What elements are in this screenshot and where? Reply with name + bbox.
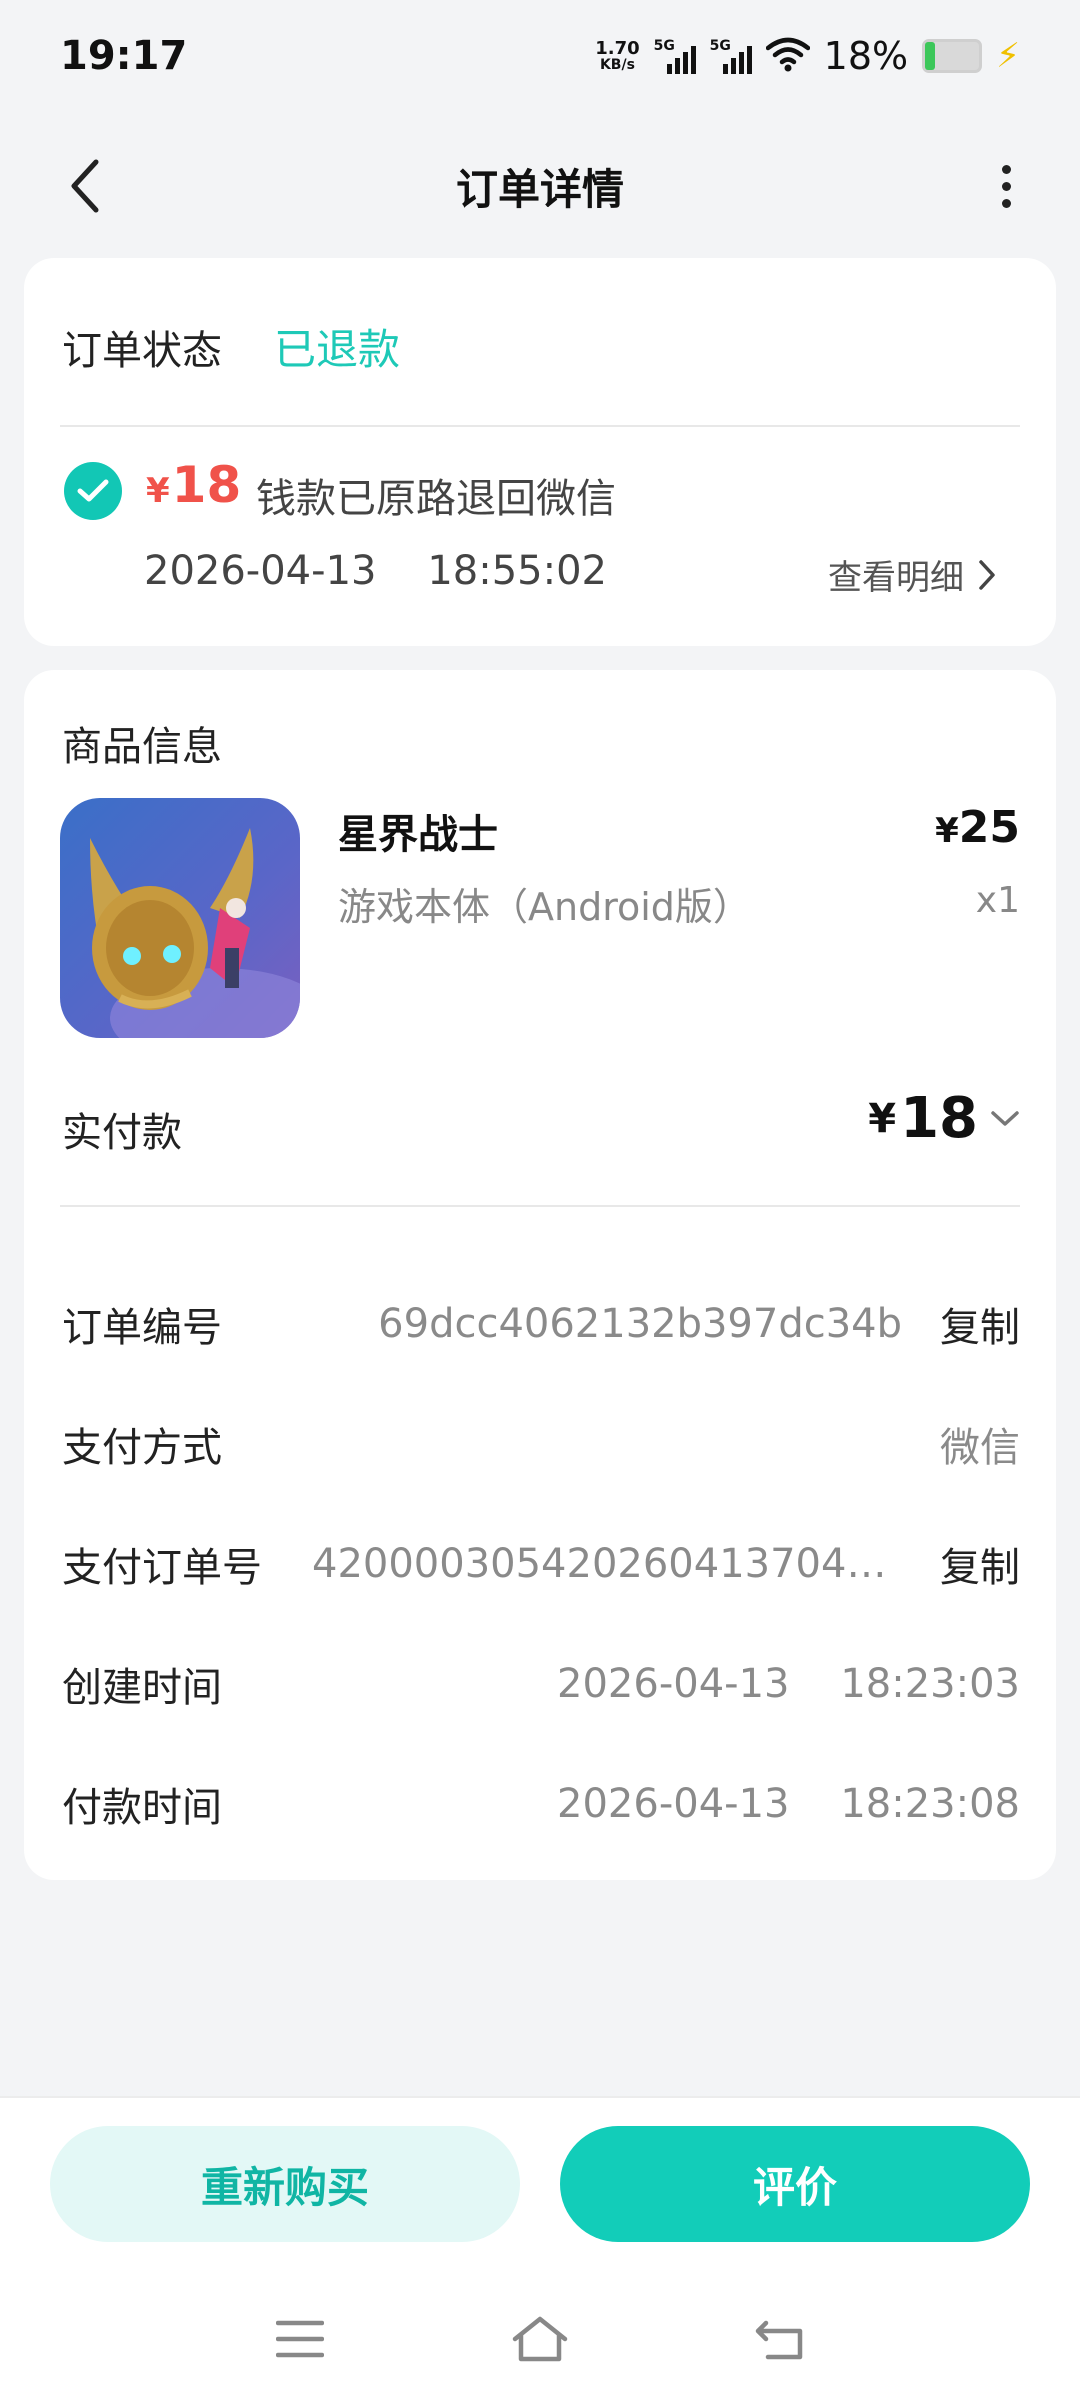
order-number-row: 订单编号 69dcc4062132b397dc34b 复制 [62, 1294, 1020, 1354]
battery-percent: 18% [823, 34, 909, 78]
created-time-row: 创建时间 2026-04-13 18:23:03 [62, 1654, 1020, 1714]
more-options-button[interactable] [976, 154, 1036, 218]
order-number-value: 69dcc4062132b397dc34b [378, 1301, 902, 1347]
paid-amount-value: 18 [900, 1086, 978, 1151]
back-arrow-icon [71, 159, 99, 213]
payment-order-value: 4200003054202604137047… [312, 1541, 902, 1587]
wifi-icon [765, 36, 810, 76]
game-price-value: 25 [958, 802, 1020, 853]
page-title: 订单详情 [455, 164, 624, 214]
view-detail-link[interactable]: 查看明细 [828, 550, 996, 599]
created-time-label: 创建时间 [62, 1665, 222, 1711]
paid-time-label: 付款时间 [62, 1785, 222, 1831]
copy-payment-order-button[interactable]: 复制 [940, 1535, 1020, 1593]
chevron-down-icon [990, 1110, 1020, 1128]
paid-amount-toggle[interactable]: ¥ 18 [868, 1086, 1020, 1151]
status-bar: 19:17 1.70 KB/s 5G 5G 18% ⚡ [0, 0, 1080, 112]
payment-method-row: 支付方式 微信 [62, 1414, 1020, 1474]
chevron-right-icon [979, 559, 995, 590]
status-time: 19:17 [60, 33, 188, 79]
order-status-card: 订单状态 已退款 ¥ 18 钱款已原路退回微信 2026-04-13 18:55… [24, 258, 1056, 646]
rebuy-button[interactable]: 重新购买 [50, 2126, 520, 2242]
section-title-product: 商品信息 [62, 724, 222, 770]
charging-bolt-icon: ⚡ [996, 36, 1020, 76]
bottom-action-bar: 重新购买 评价 [0, 2096, 1080, 2400]
menu-icon[interactable] [260, 2304, 340, 2374]
battery-icon [922, 39, 983, 73]
back-nav-icon[interactable] [740, 2304, 820, 2374]
game-edition: 游戏本体（Android版） [338, 885, 751, 929]
copy-order-number-button[interactable]: 复制 [940, 1295, 1020, 1353]
payment-method-value: 微信 [940, 1425, 1020, 1471]
paid-currency: ¥ [868, 1095, 897, 1142]
system-nav-bar [0, 2278, 1080, 2400]
title-bar: 订单详情 [0, 112, 1080, 260]
signal-sim1-icon: 5G [654, 38, 696, 74]
network-speed-value: 1.70 [595, 38, 640, 59]
refund-time: 2026-04-13 18:55:02 [144, 548, 607, 594]
game-cover-image[interactable] [60, 798, 300, 1038]
order-status-label: 订单状态 [62, 327, 222, 374]
status-icons: 1.70 KB/s 5G 5G 18% ⚡ [595, 34, 1020, 78]
game-price: ¥ 25 [935, 802, 1020, 853]
refund-message: 钱款已原路退回微信 [256, 476, 616, 522]
payment-order-row: 支付订单号 4200003054202604137047… 复制 [62, 1534, 1020, 1594]
created-time-value: 2026-04-13 18:23:03 [557, 1661, 1020, 1707]
paid-time-value: 2026-04-13 18:23:08 [557, 1781, 1020, 1827]
paid-time-row: 付款时间 2026-04-13 18:23:08 [62, 1774, 1020, 1834]
divider [60, 425, 1020, 427]
view-detail-label: 查看明细 [828, 558, 964, 598]
game-quantity: x1 [975, 880, 1020, 921]
refund-currency: ¥ [146, 471, 170, 511]
game-price-currency: ¥ [935, 811, 959, 851]
signal-sim2-icon: 5G [710, 38, 752, 74]
order-status-row: 订单状态 已退款 [62, 316, 400, 377]
game-name[interactable]: 星界战士 [338, 802, 498, 860]
order-status-value: 已退款 [274, 325, 401, 374]
refund-amount-value: 18 [171, 456, 242, 514]
home-icon[interactable] [500, 2304, 580, 2374]
payment-order-label: 支付订单号 [62, 1545, 262, 1591]
review-button[interactable]: 评价 [560, 2126, 1030, 2242]
divider [60, 1205, 1020, 1207]
network-speed-unit: KB/s [599, 57, 635, 73]
product-info-card: 商品信息 星界战士 游戏本体（Android版） ¥ 25 x1 实付款 ¥ 1… [24, 670, 1056, 1880]
network-speed: 1.70 KB/s [595, 38, 640, 73]
payment-method-label: 支付方式 [62, 1425, 222, 1471]
paid-amount-label: 实付款 [62, 1110, 182, 1156]
order-number-label: 订单编号 [62, 1305, 222, 1351]
check-circle-icon [64, 462, 122, 520]
back-button[interactable] [54, 154, 114, 218]
refund-amount: ¥ 18 [146, 456, 241, 514]
